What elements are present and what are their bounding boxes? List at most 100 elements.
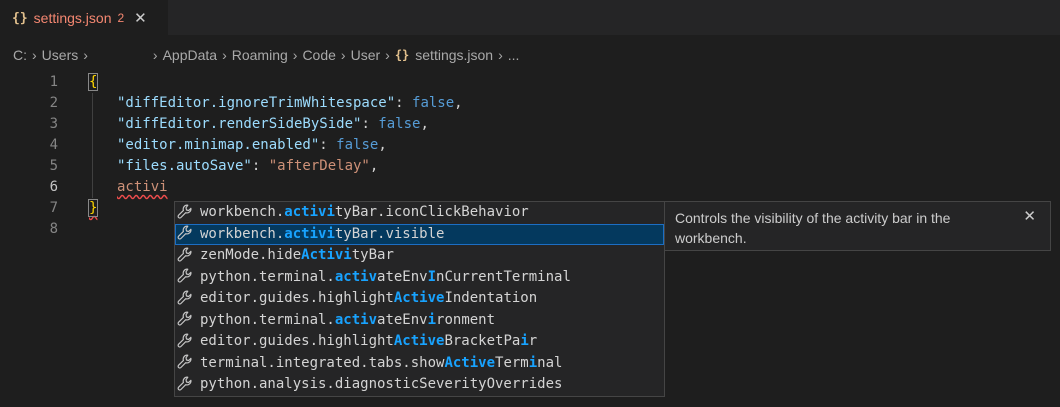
suggest-text: python.terminal.	[200, 268, 335, 285]
match-highlight: activi	[284, 204, 335, 220]
tab-settings-json[interactable]: {} settings.json 2 ✕	[0, 0, 168, 35]
code-line-6: activi	[117, 177, 168, 198]
colon: :	[319, 137, 337, 153]
suggest-text: Indentation	[444, 290, 538, 306]
suggest-item[interactable]: python.analysis.diagnosticSeverityOverri…	[175, 374, 664, 396]
suggest-text: python.terminal.	[200, 311, 335, 328]
close-icon[interactable]: ✕	[134, 9, 147, 27]
colon: :	[395, 95, 413, 111]
suggest-item[interactable]: python.terminal. activ ateEnv i ronment	[175, 310, 664, 332]
json-key: "files.autoSave"	[117, 158, 252, 174]
breadcrumb-item-code[interactable]: Code	[302, 47, 335, 63]
suggest-text: nCurrentTerminal	[436, 268, 571, 285]
suggest-item[interactable]: zenMode.hide Activi tyBar	[175, 245, 664, 267]
line-number: 5	[49, 158, 58, 174]
suggest-item[interactable]: terminal.integrated.tabs.show Active Term i…	[175, 353, 664, 375]
comma: ,	[369, 158, 379, 174]
suggest-text: ateEnv	[377, 268, 428, 285]
match-highlight: activ	[334, 311, 378, 328]
json-value: "afterDelay"	[268, 158, 370, 174]
details-text: Controls the visibility of the activity …	[675, 210, 951, 246]
close-icon[interactable]: ✕	[1023, 207, 1036, 225]
breadcrumb-item-appdata[interactable]: AppData	[163, 47, 217, 63]
json-key: "editor.minimap.enabled"	[117, 137, 320, 153]
chevron-right-icon: ›	[385, 47, 390, 63]
chevron-right-icon: ›	[340, 47, 346, 63]
suggest-text: zenMode.hide	[200, 247, 302, 263]
code-line-2: "diffEditor.ignoreTrimWhitespace": false…	[117, 93, 463, 114]
suggest-text: workbench.	[200, 225, 285, 242]
match-highlight: Active	[444, 354, 496, 371]
suggest-text: nal	[537, 354, 563, 371]
comma: ,	[454, 95, 463, 111]
colon: :	[251, 158, 269, 174]
code-line-3: "diffEditor.renderSideBySide": false,	[117, 114, 429, 135]
chevron-right-icon: ›	[292, 47, 298, 63]
suggest-text: python.analysis.diagnosticSeverityOverri…	[200, 376, 563, 392]
suggest-item[interactable]: python.terminal. activ ateEnv InCurrentTerm…	[175, 267, 664, 289]
breadcrumb-item-drive[interactable]: C:	[13, 47, 27, 63]
wrench-icon	[177, 268, 195, 286]
wrench-icon	[177, 204, 195, 222]
suggest-item[interactable]: editor.guides.highlight Active Indentation	[175, 288, 664, 310]
suggest-item[interactable]: editor.guides.highlight Active BracketPa i r	[175, 331, 664, 353]
breadcrumb: C: › Users › › AppData › Roaming › Code …	[0, 44, 1060, 66]
breadcrumb-item-user[interactable]: User	[351, 47, 381, 63]
indent-guide	[92, 93, 93, 198]
suggest-text: tyBar	[351, 247, 394, 263]
breadcrumb-item-more[interactable]: ...	[508, 47, 520, 63]
line-number: 3	[49, 116, 58, 132]
suggest-text: editor.guides.highlight	[200, 333, 394, 349]
match-highlight: i	[520, 333, 529, 349]
suggest-details: Controls the visibility of the activity …	[665, 201, 1051, 251]
line-number: 8	[49, 221, 58, 237]
breadcrumb-item-roaming[interactable]: Roaming	[232, 47, 288, 63]
chevron-right-icon: ›	[152, 47, 158, 63]
chevron-right-icon: ›	[222, 47, 227, 63]
match-highlight: i	[528, 354, 538, 371]
json-key: "diffEditor.renderSideBySide"	[117, 116, 362, 132]
suggest-text: r	[528, 333, 538, 349]
breadcrumb-item-file[interactable]: settings.json	[415, 47, 493, 63]
suggest-text: BracketPa	[444, 333, 521, 349]
suggest-text: tyBar.visible	[334, 225, 445, 242]
suggest-text: editor.guides.highlight	[200, 290, 394, 306]
wrench-icon	[177, 333, 195, 351]
line-number: 4	[49, 137, 58, 153]
suggest-text: Term	[495, 354, 529, 371]
suggest-list[interactable]: workbench. activi tyBar.iconClickBehavior w…	[175, 202, 664, 396]
match-highlight: Active	[393, 333, 445, 349]
json-value: false	[378, 116, 421, 132]
json-value: false	[336, 137, 379, 153]
match-highlight: activi	[284, 225, 335, 242]
match-highlight: I	[427, 268, 437, 285]
line-number: 7	[49, 200, 58, 216]
suggest-item-selected[interactable]: workbench. activi tyBar.visible	[175, 223, 664, 245]
json-file-icon: {}	[394, 48, 410, 62]
colon: :	[361, 116, 379, 132]
chevron-right-icon: ›	[498, 47, 503, 63]
match-highlight: activ	[334, 268, 378, 285]
code-line-5: "files.autoSave": "afterDelay",	[117, 156, 378, 177]
comma: ,	[378, 137, 387, 153]
suggest-widget[interactable]: workbench. activi tyBar.iconClickBehavior w…	[174, 201, 665, 397]
open-brace: {	[87, 73, 99, 91]
breadcrumb-item-users[interactable]: Users	[42, 47, 79, 63]
wrench-icon	[177, 225, 195, 243]
line-number: 2	[49, 95, 58, 111]
wrench-icon	[177, 354, 195, 372]
tab-bar: {} settings.json 2 ✕	[0, 0, 1060, 35]
json-key: "diffEditor.ignoreTrimWhitespace"	[117, 95, 396, 111]
json-file-icon: {}	[12, 10, 28, 26]
suggest-item[interactable]: workbench. activi tyBar.iconClickBehavior	[175, 202, 664, 224]
code-line-1: {	[87, 72, 99, 93]
problem-count-badge: 2	[117, 11, 125, 25]
match-highlight: Active	[393, 290, 445, 306]
suggest-text: terminal.integrated.tabs.show	[200, 354, 445, 371]
suggest-text: ateEnv	[377, 311, 428, 328]
suggest-text: ronment	[436, 311, 496, 328]
wrench-icon	[177, 290, 195, 308]
code-line-7: }	[87, 198, 99, 219]
close-brace: }	[87, 199, 99, 217]
line-number-active: 6	[49, 179, 58, 195]
